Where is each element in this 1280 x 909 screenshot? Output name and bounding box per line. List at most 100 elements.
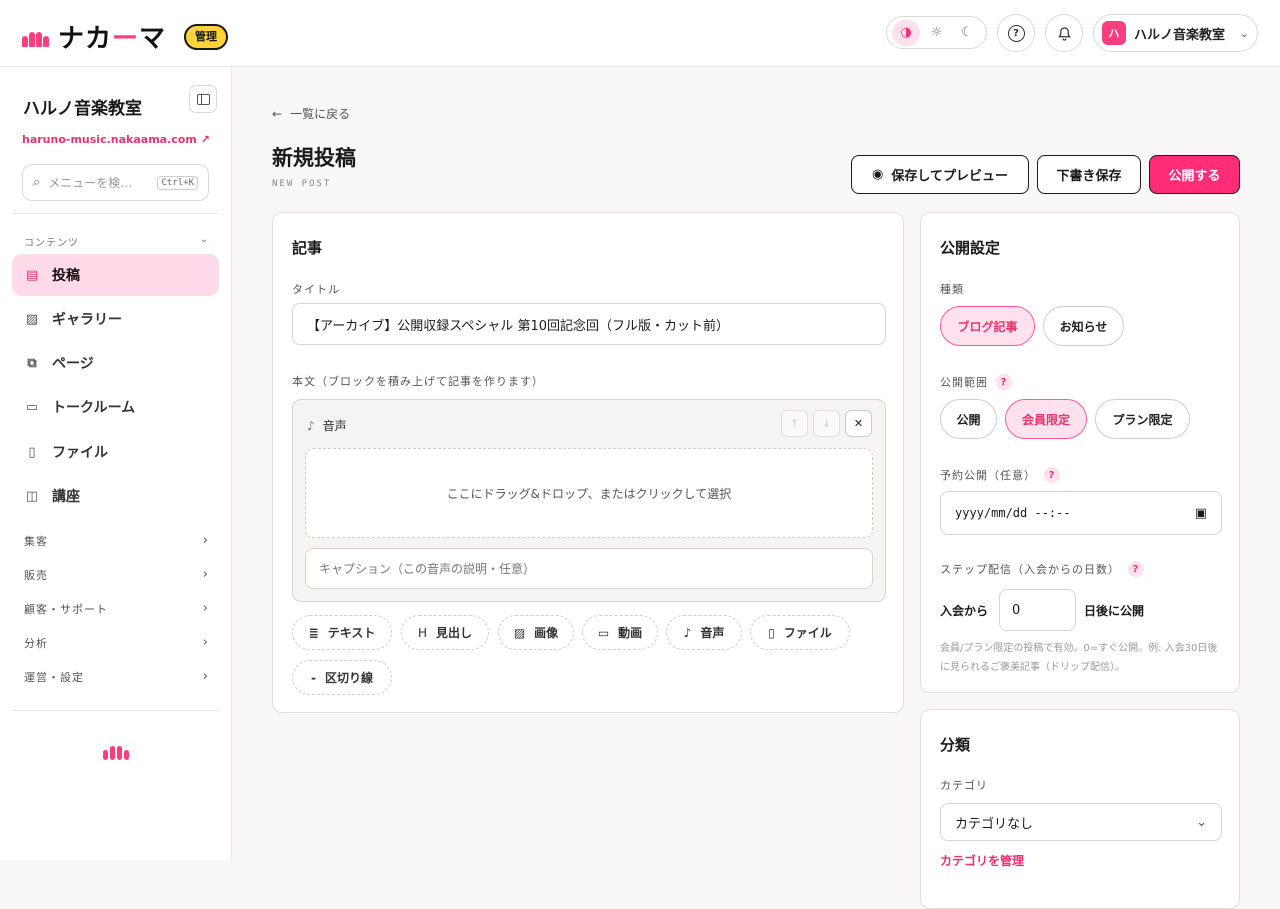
chat-icon: ▭: [25, 399, 39, 415]
search-icon: ⌕: [33, 175, 41, 190]
caption-input[interactable]: キャプション（この音声の説明・任意）: [305, 548, 873, 589]
sidebar-item-posts[interactable]: ▤ 投稿: [12, 254, 219, 296]
publish-card-title: 公開設定: [940, 239, 1001, 257]
step-note: 会員/プラン限定の投稿で有効。0=すぐ公開。例: 入会30日後に見られるご褒美記…: [940, 643, 1218, 673]
chevron-right-icon: ›: [202, 567, 209, 582]
shortcut-hint: Ctrl+K: [157, 175, 198, 190]
add-image-block-button[interactable]: ▨ 画像: [498, 615, 574, 650]
video-icon: ▭: [597, 625, 610, 640]
chevron-down-icon: ⌄: [1239, 26, 1249, 40]
step-prefix: 入会から: [940, 604, 989, 618]
move-up-button[interactable]: ↑: [781, 410, 808, 437]
bell-icon: [1057, 26, 1071, 41]
divider: [12, 710, 219, 711]
classify-card-title: 分類: [940, 736, 971, 754]
sidebar-item-gallery[interactable]: ▨ ギャラリー: [12, 298, 219, 340]
step-label: ステップ配信（入会からの日数）?: [940, 561, 1144, 577]
scope-option-members[interactable]: 会員限定: [1005, 399, 1087, 439]
divider: [12, 213, 219, 214]
add-file-block-button[interactable]: ▯ ファイル: [750, 615, 850, 650]
file-dropzone[interactable]: ここにドラッグ&ドロップ、またはクリックして選択: [305, 448, 873, 538]
document-icon: ▤: [25, 267, 39, 283]
sidebar-group-customers[interactable]: 顧客・サポート ›: [24, 601, 209, 617]
top-bar: ナカーマ 管理 ◑ ☼ ☾ ? ハ ハルノ音楽教室 ⌄: [0, 0, 1280, 67]
sidebar-group-marketing[interactable]: 集客 ›: [24, 533, 209, 549]
logo-text: ナカーマ: [58, 24, 167, 54]
arrow-left-icon: ←: [272, 106, 283, 121]
schedule-datetime-input[interactable]: yyyy/mm/dd --:-- ▣: [940, 491, 1222, 535]
audio-block: ♪ 音声 ↑ ↓ ✕ ここにドラッグ&ドロップ、またはクリックして選択 キャプショ…: [292, 399, 886, 602]
heading-icon: H: [417, 625, 427, 640]
app-logo[interactable]: ナカーマ 管理: [22, 18, 229, 55]
publish-settings-card: 公開設定 種類 ブログ記事 お知らせ 公開範囲? 公開 会員限定 プラン限定 予…: [920, 212, 1240, 693]
add-audio-block-button[interactable]: ♪ 音声: [666, 615, 742, 650]
category-label: カテゴリ: [940, 779, 988, 792]
title-input[interactable]: 【アーカイブ】公開収録スペシャル 第10回記念回（フル版・カット前）: [292, 303, 886, 345]
sidebar-item-pages[interactable]: ⧉ ページ: [12, 342, 219, 384]
divider-icon: -: [311, 670, 316, 685]
schedule-label: 予約公開（任意）?: [940, 467, 1060, 483]
sidebar-group-sales[interactable]: 販売 ›: [24, 567, 209, 583]
save-draft-button[interactable]: 下書き保存: [1037, 155, 1141, 194]
title-label: タイトル: [292, 283, 340, 296]
add-heading-block-button[interactable]: H 見出し: [401, 615, 489, 650]
manage-category-link[interactable]: カテゴリを管理: [940, 852, 1024, 869]
chevron-right-icon: ›: [202, 533, 209, 548]
help-icon[interactable]: ?: [1128, 561, 1144, 577]
scope-option-plan[interactable]: プラン限定: [1095, 399, 1190, 439]
site-url-link[interactable]: haruno-music.nakaama.com ↗: [22, 133, 210, 146]
add-text-block-button[interactable]: ≣ テキスト: [292, 615, 392, 650]
theme-switcher: ◑ ☼ ☾: [886, 16, 987, 49]
sidebar-item-files[interactable]: ▯ ファイル: [12, 431, 219, 473]
arrow-up-icon: ↑: [789, 417, 800, 430]
help-icon[interactable]: ?: [1044, 467, 1060, 483]
step-days-input[interactable]: 0: [999, 589, 1076, 631]
type-option-notice[interactable]: お知らせ: [1043, 306, 1124, 346]
image-icon: ▨: [25, 311, 39, 327]
publish-button[interactable]: 公開する: [1149, 155, 1240, 194]
main-content: ← 一覧に戻る 新規投稿 NEW POST ◉ 保存してプレビュー 下書き保存 公開…: [232, 67, 1280, 909]
sidebar-icon: [196, 93, 210, 105]
close-icon: ✕: [853, 417, 864, 430]
calendar-icon[interactable]: ▣: [1195, 506, 1207, 521]
pages-icon: ⧉: [27, 355, 37, 371]
book-icon: ◫: [25, 488, 39, 504]
sidebar-toggle-button[interactable]: [189, 85, 217, 113]
body-label: 本文（ブロックを積み上げて記事を作ります）: [292, 375, 544, 388]
chevron-right-icon: ›: [202, 669, 209, 684]
remove-block-button[interactable]: ✕: [845, 410, 872, 437]
sidebar-item-courses[interactable]: ◫ 講座: [12, 475, 219, 517]
help-icon[interactable]: ?: [996, 374, 1012, 390]
save-preview-button[interactable]: ◉ 保存してプレビュー: [851, 155, 1029, 194]
category-select[interactable]: カテゴリなし ⌄: [940, 803, 1222, 841]
sidebar-group-settings[interactable]: 運営・設定 ›: [24, 669, 209, 685]
help-icon: ?: [1007, 24, 1025, 42]
section-contents-toggle[interactable]: コンテンツ ⌄: [24, 234, 209, 249]
back-link[interactable]: ← 一覧に戻る: [272, 105, 350, 122]
menu-search-input[interactable]: ⌕ メニューを検… Ctrl+K: [22, 164, 209, 201]
chevron-down-icon: ⌄: [1196, 814, 1207, 830]
step-suffix: 日後に公開: [1084, 604, 1145, 618]
chevron-right-icon: ›: [202, 635, 209, 650]
type-option-blog[interactable]: ブログ記事: [940, 306, 1035, 346]
help-button[interactable]: ?: [997, 14, 1035, 52]
scope-option-public[interactable]: 公開: [940, 399, 997, 439]
add-video-block-button[interactable]: ▭ 動画: [582, 615, 658, 650]
notifications-button[interactable]: [1045, 14, 1083, 52]
image-icon: ▨: [513, 625, 526, 640]
add-divider-block-button[interactable]: - 区切り線: [292, 660, 392, 695]
account-switcher[interactable]: ハ ハルノ音楽教室 ⌄: [1093, 14, 1258, 52]
sun-icon[interactable]: ☼: [922, 20, 950, 46]
moon-icon[interactable]: ☾: [953, 20, 981, 46]
mic-icon: ♪: [307, 418, 315, 433]
admin-badge: 管理: [184, 23, 229, 50]
article-card-title: 記事: [292, 239, 323, 257]
account-name: ハルノ音楽教室: [1134, 27, 1226, 43]
sidebar-item-talkroom[interactable]: ▭ トークルーム: [12, 386, 219, 428]
file-icon: ▯: [768, 625, 775, 640]
sidebar: ハルノ音楽教室 haruno-music.nakaama.com ↗ ⌕ メニュ…: [0, 67, 232, 860]
sidebar-group-analytics[interactable]: 分析 ›: [24, 635, 209, 651]
chevron-right-icon: ›: [202, 601, 209, 616]
move-down-button[interactable]: ↓: [813, 410, 840, 437]
contrast-icon[interactable]: ◑: [892, 19, 921, 46]
